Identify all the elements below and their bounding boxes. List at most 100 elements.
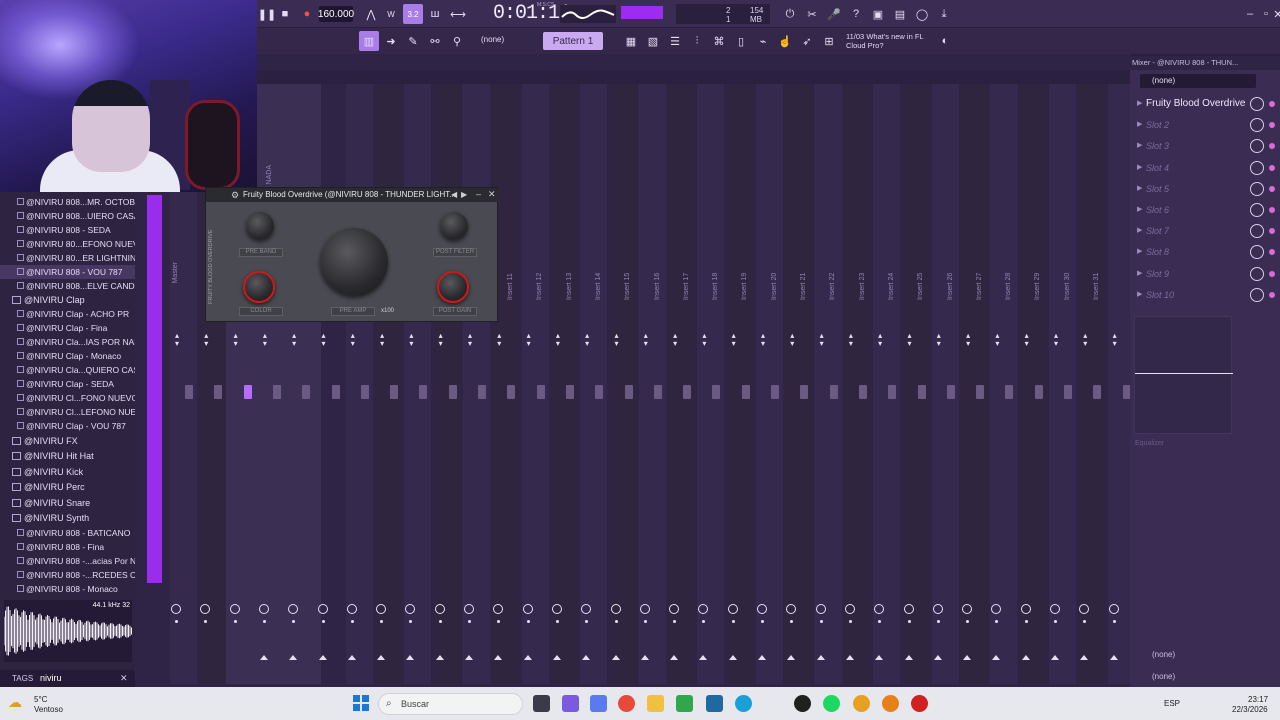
route-arrows[interactable]: ▴ ▾: [465, 332, 475, 348]
browser-icon[interactable]: ▯: [731, 31, 751, 51]
spotify-icon[interactable]: [823, 695, 840, 712]
prev-preset-icon[interactable]: ◀: [451, 190, 457, 199]
chrome-profile-icon[interactable]: [853, 695, 870, 712]
send-arrow-icon[interactable]: [465, 655, 473, 660]
slot-arrow-icon[interactable]: ▶: [1137, 264, 1142, 284]
clock-time[interactable]: 23:17: [1248, 695, 1268, 704]
browser-folder[interactable]: @NIVIRU Kick: [0, 465, 135, 480]
volume-fader[interactable]: [1093, 385, 1102, 399]
step-edit-button[interactable]: 3.2: [403, 4, 423, 24]
volume-fader[interactable]: [272, 385, 281, 399]
equalizer-graph[interactable]: [1134, 316, 1233, 434]
volume-fader[interactable]: [946, 385, 955, 399]
route-arrows[interactable]: ▴ ▾: [260, 332, 270, 348]
volume-fader[interactable]: [1005, 385, 1014, 399]
snap-select[interactable]: (none): [481, 35, 504, 44]
route-arrows[interactable]: ▴ ▾: [641, 332, 651, 348]
metronome-icon[interactable]: ⋀: [361, 4, 381, 24]
pattern-selector[interactable]: Pattern 1: [543, 32, 603, 50]
cart-icon[interactable]: ⊞: [819, 31, 839, 51]
volume-fader[interactable]: [331, 385, 340, 399]
route-arrows[interactable]: ▴ ▾: [436, 332, 446, 348]
pan-knob[interactable]: [551, 604, 562, 614]
record-button[interactable]: ●: [297, 4, 317, 24]
minecraft-icon[interactable]: [676, 695, 693, 712]
chrome-icon[interactable]: [618, 695, 635, 712]
mixer-strip[interactable]: [521, 84, 549, 684]
browser-item[interactable]: @NIVIRU Clap - SEDA: [0, 377, 135, 391]
send-arrow-icon[interactable]: [347, 655, 356, 660]
slot-mix-knob[interactable]: [1250, 139, 1264, 154]
volume-fader[interactable]: [595, 385, 604, 399]
slot-arrow-icon[interactable]: ▶: [1137, 136, 1142, 156]
send-arrow-icon[interactable]: [816, 655, 825, 660]
volume-fader[interactable]: [302, 385, 311, 399]
pan-knob[interactable]: [229, 604, 240, 614]
next-preset-icon[interactable]: ▶: [461, 190, 467, 199]
mixer-strip[interactable]: [726, 84, 754, 684]
mixer-strip[interactable]: [902, 84, 930, 684]
slot-enable-toggle[interactable]: [1269, 270, 1275, 277]
send-arrow-icon[interactable]: [377, 655, 386, 660]
save-icon[interactable]: ▣: [868, 4, 888, 24]
slot-arrow-icon[interactable]: ▶: [1137, 285, 1142, 305]
pan-knob[interactable]: [434, 604, 445, 614]
stop-button[interactable]: ■: [275, 4, 295, 24]
send-arrow-icon[interactable]: [1051, 655, 1059, 660]
browser-item[interactable]: @NIVIRU 808...MR. OCTOBER: [0, 195, 135, 209]
pre-band-knob[interactable]: [246, 212, 274, 240]
effect-slot[interactable]: ▶ Slot 8: [1134, 242, 1276, 262]
route-arrows[interactable]: ▴ ▾: [905, 332, 915, 348]
send-arrow-icon[interactable]: [1109, 655, 1118, 660]
browser-item[interactable]: @NIVIRU Cla...QUIERO CASAR: [0, 363, 135, 377]
plugin-close-icon[interactable]: ✕: [488, 189, 496, 200]
bird-icon[interactable]: ➶: [797, 31, 817, 51]
mixer-strip[interactable]: [668, 84, 696, 684]
browser-item[interactable]: @NIVIRU 808 - BATICANO: [0, 526, 135, 540]
slot-arrow-icon[interactable]: ▶: [1137, 179, 1142, 199]
volume-fader[interactable]: [536, 385, 545, 399]
pan-knob[interactable]: [610, 604, 621, 614]
browser-item[interactable]: @NIVIRU 808 - Monaco: [0, 582, 135, 596]
mixer-strip[interactable]: [404, 84, 432, 684]
slot-mix-knob[interactable]: [1250, 245, 1264, 260]
close-icon[interactable]: ✕: [1268, 4, 1280, 24]
pan-knob[interactable]: [258, 604, 269, 614]
volume-fader[interactable]: [419, 385, 428, 399]
volume-fader[interactable]: [214, 385, 223, 399]
piano-roll-icon[interactable]: ▥: [359, 31, 379, 51]
mixer-strip[interactable]: [375, 84, 403, 684]
mixer-panel-title[interactable]: Mixer - @NIVIRU 808 - THUN...: [1130, 56, 1280, 70]
pause-icon[interactable]: ❚❚: [257, 4, 277, 24]
send-arrow-icon[interactable]: [933, 655, 942, 660]
send-arrow-icon[interactable]: [259, 655, 268, 660]
slot-mix-knob[interactable]: [1250, 160, 1264, 175]
pan-knob[interactable]: [522, 604, 533, 614]
steam-icon[interactable]: [794, 695, 811, 712]
browser-folder[interactable]: @NIVIRU Synth: [0, 511, 135, 526]
slot-enable-toggle[interactable]: [1269, 143, 1275, 150]
mixer-strip[interactable]: [1049, 84, 1076, 684]
mixer-strip[interactable]: [317, 84, 344, 684]
microphone-icon[interactable]: 🎤: [824, 4, 844, 24]
teams-icon[interactable]: [590, 695, 607, 712]
effect-slot[interactable]: ▶ Slot 10: [1134, 285, 1276, 305]
route-arrows[interactable]: ▴ ▾: [494, 332, 504, 348]
stamp-icon[interactable]: ⚲: [447, 31, 467, 51]
send-arrow-icon[interactable]: [523, 655, 532, 660]
mixer-strip[interactable]: [1078, 84, 1106, 684]
mixer-strip[interactable]: [843, 84, 871, 684]
mixer-strip[interactable]: [785, 84, 813, 684]
browser-folder[interactable]: @NIVIRU Clap: [0, 293, 135, 308]
help-icon[interactable]: ?: [846, 4, 866, 24]
clock-date[interactable]: 22/3/2026: [1232, 705, 1268, 714]
volume-fader[interactable]: [507, 385, 516, 399]
pan-knob[interactable]: [1050, 604, 1060, 614]
send-arrow-icon[interactable]: [963, 655, 972, 660]
pan-knob[interactable]: [317, 604, 328, 614]
send-arrow-icon[interactable]: [611, 655, 620, 660]
send-arrow-icon[interactable]: [582, 655, 591, 660]
mixer-strip[interactable]: [492, 84, 520, 684]
browser-item[interactable]: @NIVIRU Clap - Monaco: [0, 349, 135, 363]
playlist-icon[interactable]: ▦: [621, 31, 641, 51]
